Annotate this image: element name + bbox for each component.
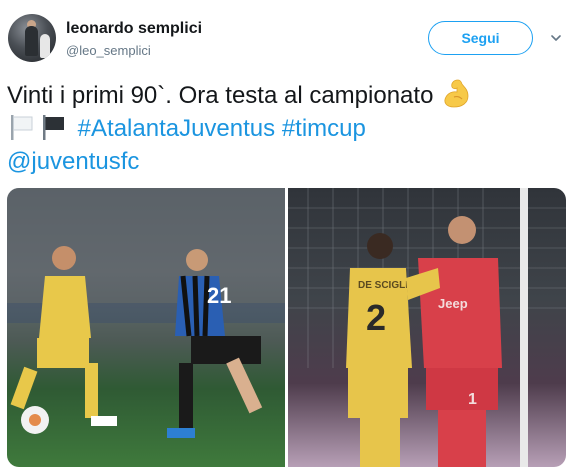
hashtag-link[interactable]: #timcup — [282, 115, 366, 142]
photo-right-jersey-number-front: 2 — [366, 297, 386, 338]
hashtag-link[interactable]: #AtalantaJuventus — [78, 115, 275, 142]
media-grid: 21 DE SCIGLIO 2 Jeep 1 — [7, 188, 566, 467]
photo-right[interactable]: DE SCIGLIO 2 Jeep 1 — [288, 188, 566, 467]
white-flag-icon — [11, 115, 33, 140]
chevron-down-icon[interactable] — [551, 33, 561, 43]
user-handle[interactable]: @leo_semplici — [66, 43, 151, 58]
tweet-text: Vinti i primi 90`. Ora testa al campiona… — [7, 78, 567, 178]
avatar[interactable] — [8, 14, 56, 62]
photo-left-scene: 21 — [7, 188, 285, 438]
photo-right-sponsor: Jeep — [438, 296, 468, 311]
photo-left[interactable]: 21 — [7, 188, 285, 467]
tweet-card: leonardo semplici @leo_semplici Segui Vi… — [0, 0, 573, 475]
photo-right-scene: DE SCIGLIO 2 Jeep 1 — [288, 188, 566, 467]
follow-button[interactable]: Segui — [428, 21, 533, 55]
mention-link[interactable]: @juventusfc — [7, 148, 139, 175]
photo-left-jersey-number: 21 — [207, 283, 231, 308]
tweet-text-main: Vinti i primi 90`. Ora testa al campiona… — [7, 82, 434, 109]
photo-right-jersey-number-back: 1 — [468, 391, 477, 408]
flexed-biceps-emoji — [444, 79, 469, 108]
user-name[interactable]: leonardo semplici — [66, 20, 202, 38]
black-flag-icon — [43, 115, 64, 140]
